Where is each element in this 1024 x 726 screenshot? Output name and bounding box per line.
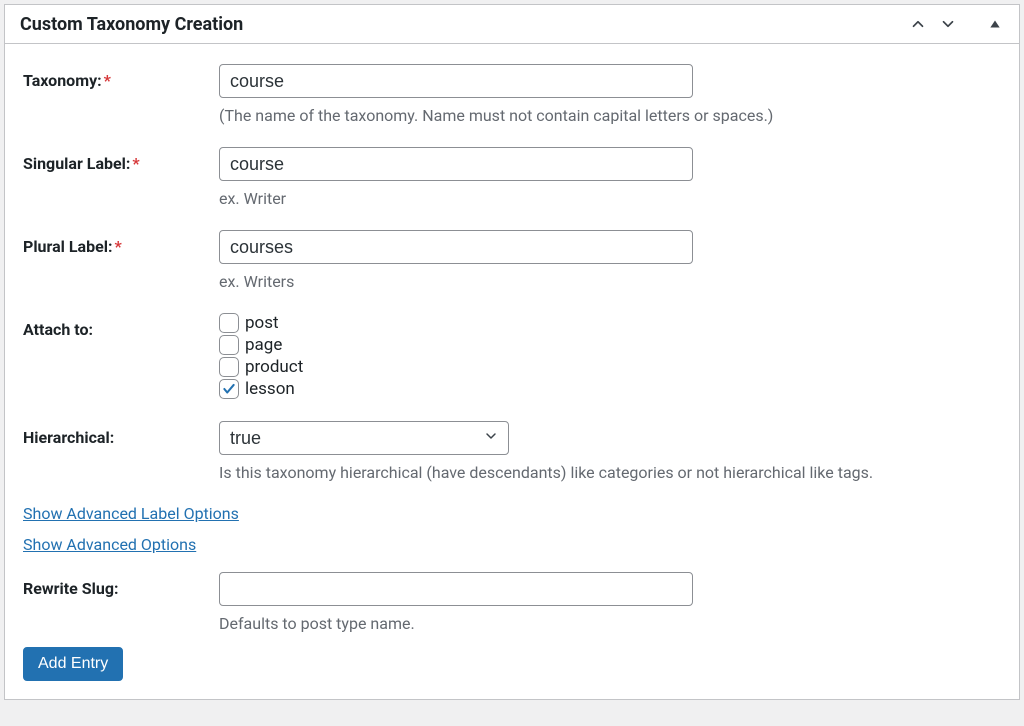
row-taxonomy: Taxonomy:* (The name of the taxonomy. Na… <box>5 64 1019 125</box>
required-marker: * <box>104 71 111 90</box>
label-rewrite: Rewrite Slug: <box>23 572 219 598</box>
hint-taxonomy: (The name of the taxonomy. Name must not… <box>219 106 1001 125</box>
show-advanced-labels-link[interactable]: Show Advanced Label Options <box>23 504 239 523</box>
checkbox-label: page <box>245 335 282 355</box>
hierarchical-select-wrap <box>219 421 509 455</box>
label-text: Taxonomy: <box>23 71 102 90</box>
checkbox-page[interactable] <box>219 335 239 355</box>
add-entry-button[interactable]: Add Entry <box>23 647 123 681</box>
row-singular: Singular Label:* ex. Writer <box>5 147 1019 208</box>
panel-body: Taxonomy:* (The name of the taxonomy. Na… <box>5 44 1019 699</box>
rewrite-input[interactable] <box>219 572 693 606</box>
field-plural: ex. Writers <box>219 230 1001 291</box>
checkbox-label: lesson <box>245 379 295 399</box>
attach-check-list: post page product <box>219 313 1001 399</box>
checkbox-product[interactable] <box>219 357 239 377</box>
label-text: Plural Label: <box>23 237 112 256</box>
hint-plural: ex. Writers <box>219 272 1001 291</box>
hint-hierarchical: Is this taxonomy hierarchical (have desc… <box>219 463 1001 482</box>
label-text: Singular Label: <box>23 154 130 173</box>
field-singular: ex. Writer <box>219 147 1001 208</box>
separator <box>971 13 972 35</box>
checkbox-label: post <box>245 313 279 333</box>
field-attach: post page product <box>219 313 1001 399</box>
required-marker: * <box>114 237 121 256</box>
panel-header: Custom Taxonomy Creation <box>5 5 1019 44</box>
row-plural: Plural Label:* ex. Writers <box>5 230 1019 291</box>
required-marker: * <box>132 154 139 173</box>
label-taxonomy: Taxonomy:* <box>23 64 219 90</box>
hint-rewrite: Defaults to post type name. <box>219 614 1001 633</box>
advanced-links: Show Advanced Label Options Show Advance… <box>5 504 1019 566</box>
field-taxonomy: (The name of the taxonomy. Name must not… <box>219 64 1001 125</box>
checkbox-post[interactable] <box>219 313 239 333</box>
label-attach: Attach to: <box>23 313 219 339</box>
hierarchical-select[interactable] <box>219 421 509 455</box>
hint-singular: ex. Writer <box>219 189 1001 208</box>
check-row-product: product <box>219 357 1001 377</box>
taxonomy-panel: Custom Taxonomy Creation Taxonomy:* (The… <box>4 4 1020 700</box>
checkbox-lesson[interactable] <box>219 379 239 399</box>
label-singular: Singular Label:* <box>23 147 219 173</box>
move-down-icon[interactable] <box>937 13 959 35</box>
label-hierarchical: Hierarchical: <box>23 421 219 447</box>
collapse-icon[interactable] <box>984 13 1006 35</box>
field-hierarchical: Is this taxonomy hierarchical (have desc… <box>219 421 1001 482</box>
singular-input[interactable] <box>219 147 693 181</box>
label-plural: Plural Label:* <box>23 230 219 256</box>
row-attach: Attach to: post page <box>5 313 1019 399</box>
check-row-page: page <box>219 335 1001 355</box>
move-up-icon[interactable] <box>907 13 929 35</box>
check-row-post: post <box>219 313 1001 333</box>
check-row-lesson: lesson <box>219 379 1001 399</box>
plural-input[interactable] <box>219 230 693 264</box>
field-rewrite: Defaults to post type name. <box>219 572 1001 633</box>
show-advanced-options-link[interactable]: Show Advanced Options <box>23 535 196 554</box>
row-rewrite: Rewrite Slug: Defaults to post type name… <box>5 572 1019 633</box>
submit-row: Add Entry <box>5 647 1019 681</box>
panel-controls <box>907 13 1006 35</box>
taxonomy-input[interactable] <box>219 64 693 98</box>
panel-title: Custom Taxonomy Creation <box>20 14 243 35</box>
checkbox-label: product <box>245 357 303 377</box>
row-hierarchical: Hierarchical: Is this taxonomy hierarchi… <box>5 421 1019 482</box>
